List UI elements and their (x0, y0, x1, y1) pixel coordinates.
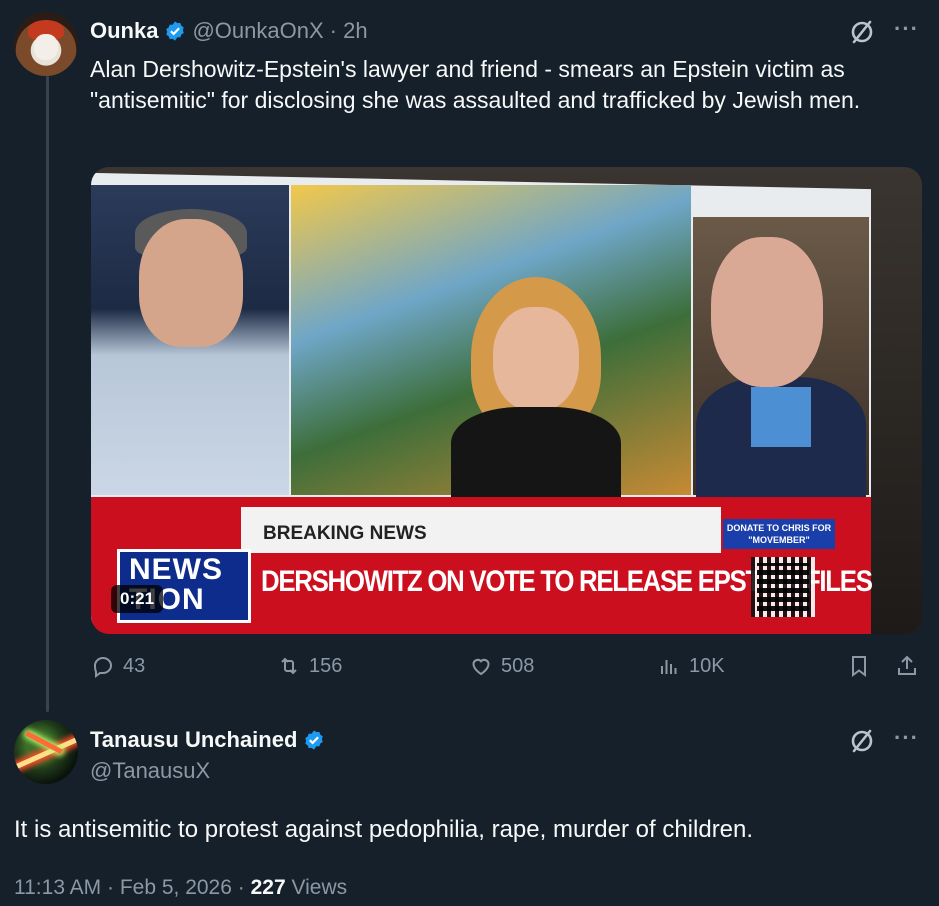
reply-avatar[interactable] (14, 720, 78, 784)
verified-badge-icon[interactable] (164, 20, 186, 42)
share-button[interactable] (895, 654, 919, 678)
tweet-actions: 43 156 508 10K (91, 654, 931, 686)
reply-icon (93, 656, 113, 678)
breaking-news-label: BREAKING NEWS (263, 523, 427, 544)
repost-icon (281, 657, 297, 675)
more-icon[interactable]: ··· (894, 16, 919, 42)
repost-count: 156 (309, 654, 343, 677)
donate-banner: DONATE TO CHRIS FOR "MOVEMBER" (723, 519, 835, 549)
bookmark-button[interactable] (847, 654, 871, 678)
avatar[interactable] (14, 12, 78, 76)
share-icon (898, 655, 916, 675)
reply-views-count: 227 (250, 876, 286, 899)
like-count: 508 (501, 654, 535, 677)
avatar-face (34, 34, 58, 60)
guest-face (493, 307, 579, 411)
dershowitz-shirt (751, 387, 811, 447)
reply-header: Tanausu Unchained (90, 727, 325, 753)
reply-author-handle[interactable]: @TanausuX (90, 758, 210, 784)
qr-code-pattern (757, 563, 809, 611)
author-handle[interactable]: @OunkaOnX (192, 18, 323, 44)
heart-icon (472, 658, 490, 676)
reply-text: It is antisemitic to protest against ped… (14, 816, 754, 843)
bookmark-icon (852, 656, 866, 677)
network-line-1: NEWS (129, 553, 223, 586)
tweet-header: Ounka @OunkaOnX · 2h (90, 18, 368, 44)
repost-button[interactable]: 156 (277, 654, 342, 678)
reply-button[interactable]: 43 (91, 654, 145, 678)
more-icon[interactable]: ··· (894, 725, 919, 751)
video-timer: 0:21 (111, 585, 164, 613)
thread-connector-line (46, 76, 49, 712)
verified-badge-icon[interactable] (303, 729, 325, 751)
tweet-text: Alan Dershowitz-Epstein's lawyer and fri… (90, 56, 861, 113)
reply-views-label: Views (291, 876, 348, 899)
author-name[interactable]: Ounka (90, 18, 158, 44)
views-button[interactable]: 10K (657, 654, 725, 678)
dershowitz-face (711, 237, 823, 387)
reply-meta: 11:13 AM · Feb 5, 2026 · 227 Views (14, 876, 347, 900)
tweet-time[interactable]: · 2h (330, 18, 368, 44)
video-player[interactable]: BREAKING NEWS DERSHOWITZ ON VOTE TO RELE… (91, 167, 922, 634)
reply-timestamp[interactable]: 11:13 AM · Feb 5, 2026 · (14, 876, 245, 899)
avatar-lightsaber (14, 733, 78, 772)
grok-icon[interactable] (848, 727, 876, 755)
grok-icon[interactable] (848, 18, 876, 46)
reply-count: 43 (123, 654, 146, 677)
host-face (139, 219, 243, 347)
views-icon (661, 660, 677, 674)
reply-author-name[interactable]: Tanausu Unchained (90, 727, 297, 753)
like-button[interactable]: 508 (469, 654, 534, 678)
guest-body (451, 407, 621, 497)
views-count: 10K (689, 654, 725, 677)
